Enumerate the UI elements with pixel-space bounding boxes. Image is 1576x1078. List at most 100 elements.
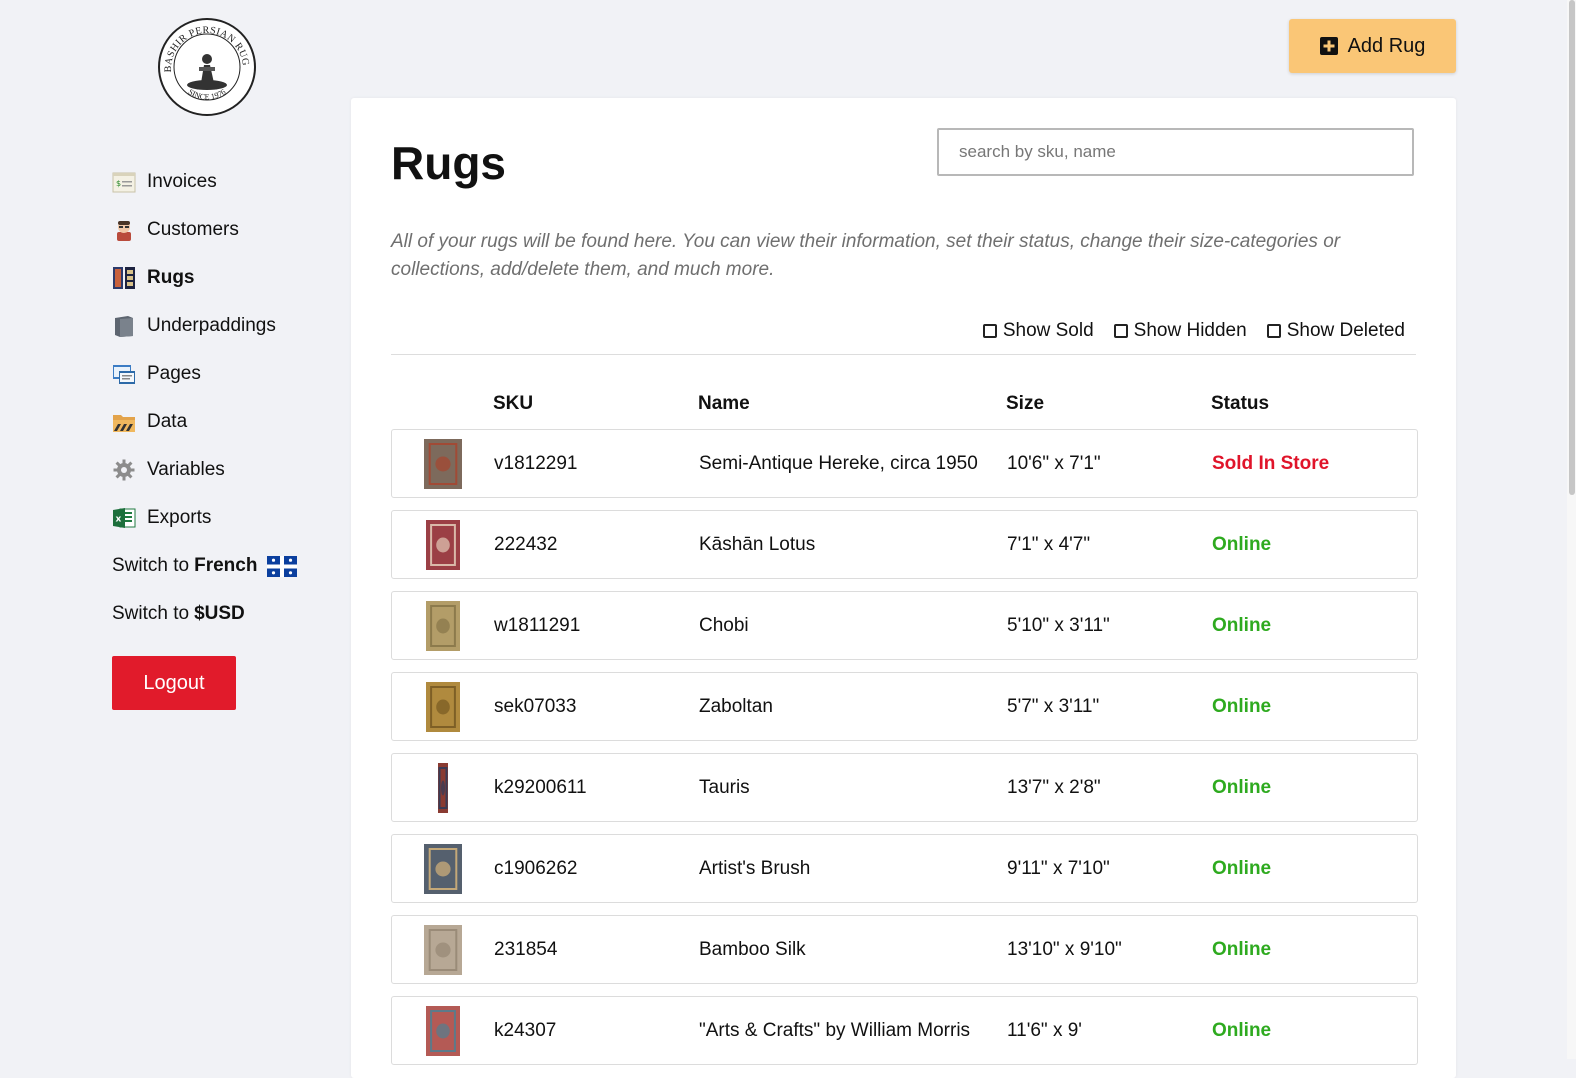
divider [391,354,1416,355]
sidebar-item-variables[interactable]: Variables [112,446,297,494]
svg-text:$: $ [116,179,121,188]
switch-currency-link[interactable]: Switch to $USD [112,590,297,638]
rug-thumbnail [438,762,448,813]
rug-status: Online [1212,1019,1272,1041]
column-header-name: Name [698,393,750,414]
sidebar-item-underpaddings[interactable]: Underpaddings [112,302,297,350]
rug-status: Sold In Store [1212,452,1330,474]
checkbox-box[interactable] [982,324,997,338]
rug-size: 10'6" x 7'1" [1007,452,1101,474]
add-rug-button[interactable]: Add Rug [1289,19,1456,73]
rug-size: 11'6" x 9' [1007,1019,1082,1041]
page-description: All of your rugs will be found here. You… [391,231,1341,280]
rug-size: 9'11" x 7'10" [1007,857,1110,879]
sidebar-item-label: Customers [147,219,239,240]
sidebar-item-exports[interactable]: x Exports [112,494,297,542]
rug-thumbnail [424,438,462,489]
sidebar-item-pages[interactable]: Pages [112,350,297,398]
excel-icon: x [112,506,136,530]
sidebar-item-customers[interactable]: Customers [112,206,297,254]
invoice-icon: $ [112,170,136,194]
gear-icon [112,458,136,482]
switch-currency-value: $USD [194,603,245,624]
table-row[interactable]: w1811291 Chobi 5'10" x 3'11" Online [391,591,1418,660]
table-row[interactable]: c1906262 Artist's Brush 9'11" x 7'10" Onlin… [391,834,1418,903]
checkbox-box[interactable] [1266,324,1281,338]
rug-name: Chobi [699,614,749,636]
sidebar-item-label: Underpaddings [147,315,276,336]
filter-label: Show Deleted [1286,320,1405,341]
table-header: SKU Name Size Status [391,393,1416,417]
filter-bar: Show Sold Show Hidden Show Deleted [963,320,1405,342]
switch-currency-prefix: Switch to [112,603,190,624]
rug-sku: w1811291 [494,614,581,636]
rug-name: Bamboo Silk [699,938,806,960]
rug-thumbnail [426,1005,460,1056]
rug-status: Online [1212,857,1272,879]
plus-square-icon [1319,37,1338,55]
column-header-sku: SKU [493,393,534,414]
sidebar-item-invoices[interactable]: $ Invoices [112,158,297,206]
table-row[interactable]: sek07033 Zaboltan 5'7" x 3'11" Online [391,672,1418,741]
rug-sku: v1812291 [494,452,578,474]
sidebar-item-data[interactable]: Data [112,398,297,446]
rug-size: 7'1" x 4'7" [1007,533,1091,555]
pages-icon [112,362,136,386]
sidebar-item-label: Variables [147,459,225,480]
rug-thumbnail [424,924,462,975]
column-header-size: Size [1006,393,1045,414]
sidebar-item-label: Rugs [147,267,195,288]
rug-status: Online [1212,614,1272,636]
show-deleted-checkbox[interactable]: Show Deleted [1266,320,1405,342]
table-row[interactable]: k29200611 Tauris 13'7" x 2'8" Online [391,753,1418,822]
rug-name: "Arts & Crafts" by William Morris [699,1019,971,1041]
logout-button[interactable]: Logout [112,656,236,710]
rug-status: Online [1212,695,1272,717]
rug-sku: 231854 [494,938,558,960]
rug-sku: sek07033 [494,695,577,717]
rug-thumbnail [424,843,462,894]
sidebar-nav: $ Invoices Customers Rugs Underpaddings … [112,158,298,638]
table-row[interactable]: 222432 Kāshān Lotus 7'1" x 4'7" Online [391,510,1418,579]
page-title: Rugs [391,137,506,189]
sidebar-item-label: Data [147,411,188,432]
sidebar-item-rugs[interactable]: Rugs [112,254,297,302]
table-row[interactable]: 231854 Bamboo Silk 13'10" x 9'10" Online [391,915,1418,984]
switch-language-link[interactable]: Switch to French [112,542,298,590]
table-row[interactable]: k24307 "Arts & Crafts" by William Morris 1… [391,996,1418,1065]
rug-status: Online [1212,776,1272,798]
add-rug-label: Add Rug [1347,34,1426,57]
sidebar-item-label: Invoices [147,171,217,192]
search-input[interactable] [937,128,1414,176]
rug-name: Zaboltan [699,695,773,717]
rug-name: Artist's Brush [699,857,811,879]
underpadding-icon [112,314,136,338]
rug-size: 5'7" x 3'11" [1007,695,1100,717]
scrollbar-thumb[interactable] [1569,0,1575,495]
rug-size: 5'10" x 3'11" [1007,614,1110,636]
rug-list: v1812291 Semi-Antique Hereke, circa 1950 1… [391,429,1418,1077]
page-scrollbar[interactable] [1567,0,1576,1059]
customer-icon [112,218,136,242]
rug-thumbnail [426,519,460,570]
rug-status: Online [1212,533,1272,555]
rug-sku: 222432 [494,533,558,555]
rug-size: 13'10" x 9'10" [1007,938,1122,960]
switch-language-prefix: Switch to [112,555,190,576]
rug-name: Tauris [699,776,750,798]
rug-thumbnail [426,681,460,732]
rug-sku: c1906262 [494,857,578,879]
rug-sku: k29200611 [494,776,587,798]
sidebar-item-label: Pages [147,363,201,384]
show-sold-checkbox[interactable]: Show Sold [982,320,1094,342]
filter-label: Show Hidden [1133,320,1247,341]
rug-name: Semi-Antique Hereke, circa 1950 [699,452,978,474]
rug-icon [112,266,136,290]
rugs-panel: Rugs All of your rugs will be found here… [351,98,1456,1078]
data-folder-icon [112,410,136,434]
column-header-status: Status [1211,393,1270,414]
show-hidden-checkbox[interactable]: Show Hidden [1113,320,1247,342]
quebec-flag-icon [267,555,298,577]
table-row[interactable]: v1812291 Semi-Antique Hereke, circa 1950 1… [391,429,1418,498]
checkbox-box[interactable] [1113,324,1128,338]
